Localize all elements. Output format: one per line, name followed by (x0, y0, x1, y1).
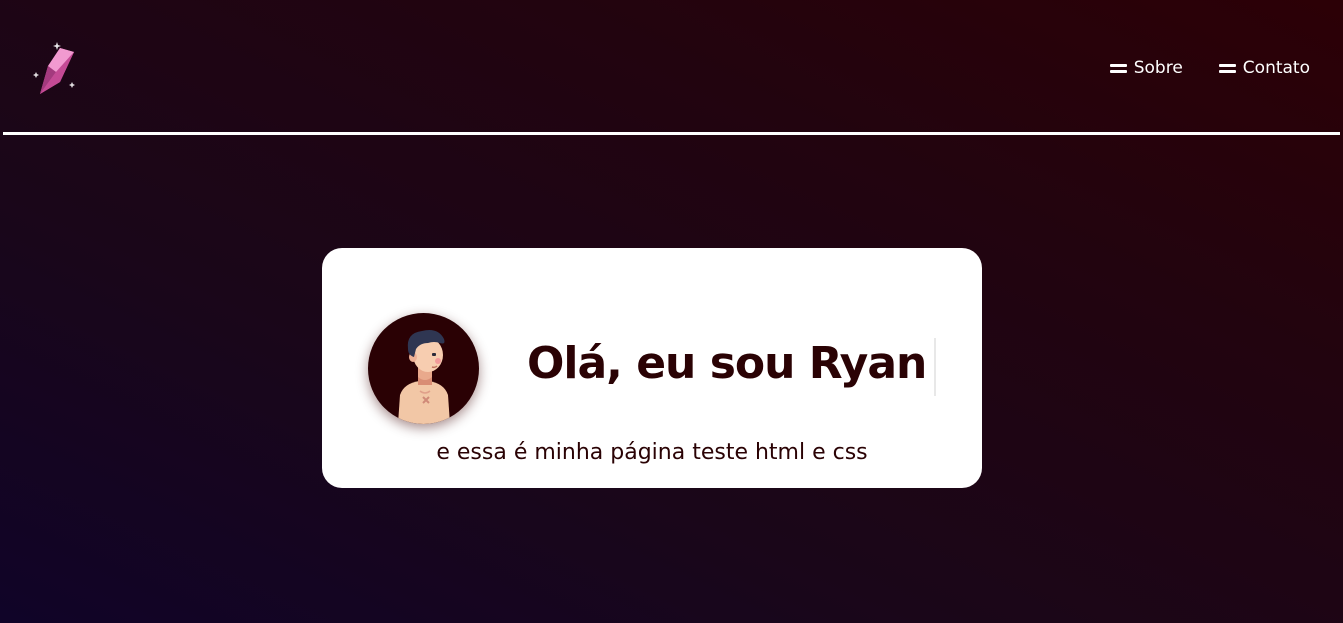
nav-item-label: Sobre (1133, 58, 1183, 78)
intro-card: Olá, eu sou Ryan e essa é minha página t… (322, 248, 982, 488)
menu-icon (1218, 63, 1236, 73)
typing-cursor (934, 338, 936, 396)
avatar (368, 313, 479, 424)
menu-icon (1109, 63, 1127, 73)
intro-subtitle: e essa é minha página teste html e css (436, 440, 868, 465)
site-header: Sobre Contato (0, 0, 1343, 133)
greeting-heading: Olá, eu sou Ryan (527, 338, 927, 389)
nav-item-contato[interactable]: Contato (1218, 58, 1310, 78)
nav-item-label: Contato (1242, 58, 1310, 78)
crystal-logo-icon[interactable] (30, 38, 78, 98)
main-nav: Sobre Contato (1109, 58, 1310, 78)
nav-item-sobre[interactable]: Sobre (1109, 58, 1183, 78)
header-divider (3, 132, 1340, 135)
